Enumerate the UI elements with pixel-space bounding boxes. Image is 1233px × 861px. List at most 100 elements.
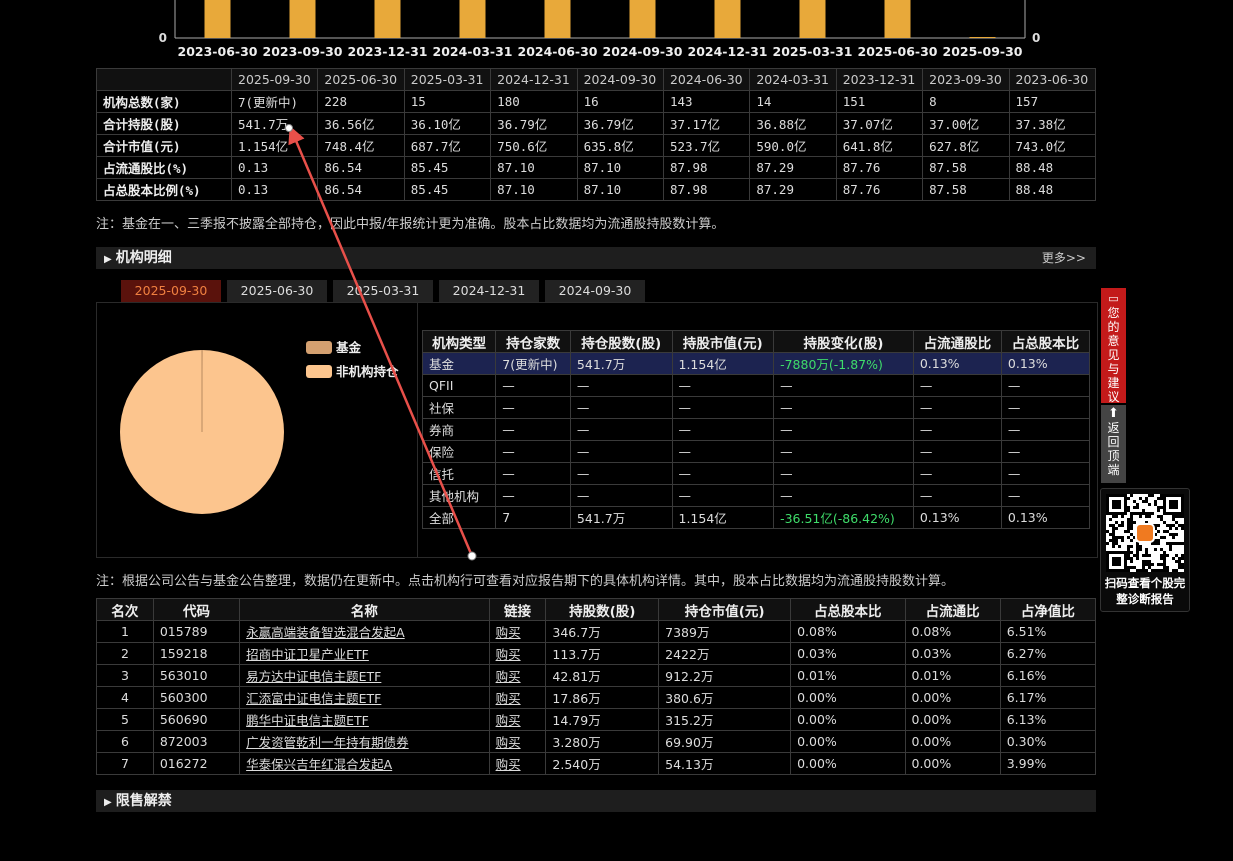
x-tick-label: 2024-12-31 — [688, 44, 768, 59]
qr-module — [1175, 569, 1178, 572]
qr-module — [1133, 506, 1136, 509]
summary-cell: 641.8亿 — [835, 134, 924, 157]
legend-label: 基金 — [336, 340, 362, 355]
institution-row[interactable]: 保险 — — — — — — — [421, 440, 1091, 463]
qr-module — [1160, 494, 1163, 497]
table-cell: 3.280万 — [545, 730, 660, 753]
qr-module — [1145, 554, 1148, 557]
legend-item[interactable]: 基金 — [306, 337, 361, 356]
summary-cell: 87.29 — [749, 156, 837, 179]
buy-link[interactable]: 购买 — [496, 757, 521, 772]
fund-name-link[interactable]: 永赢高端装备智选混合发起A — [246, 625, 405, 640]
period-header: 2024-09-30 — [576, 68, 664, 91]
summary-cell: 748.4亿 — [317, 134, 405, 157]
qr-code-box[interactable]: 扫码查看个股完整诊断报告 — [1100, 488, 1190, 612]
qr-module — [1169, 548, 1172, 551]
buy-link[interactable]: 购买 — [496, 735, 521, 750]
qr-module — [1142, 500, 1145, 503]
legend-item[interactable]: 非机构持仓 — [306, 361, 399, 380]
table-cell: — — [773, 418, 914, 441]
qr-module — [1124, 530, 1127, 533]
qr-module — [1157, 497, 1160, 500]
qr-module — [1130, 560, 1133, 563]
summary-cell: 86.54 — [317, 178, 405, 201]
qr-module — [1163, 560, 1166, 563]
qr-module — [1148, 494, 1151, 497]
buy-link[interactable]: 购买 — [496, 691, 521, 706]
table-cell: 0.00% — [790, 752, 906, 775]
fund-name-link[interactable]: 招商中证卫星产业ETF — [246, 647, 369, 662]
qr-module — [1154, 503, 1157, 506]
qr-module — [1172, 536, 1175, 539]
institution-row[interactable]: 基金 7(更新中) 541.7万 1.154亿 -7880万(-1.87%) 0.13% 0… — [421, 352, 1091, 375]
qr-module — [1136, 548, 1139, 551]
qr-module — [1142, 554, 1145, 557]
qr-module — [1139, 569, 1142, 572]
table-cell: — — [495, 484, 571, 507]
section-restricted-release[interactable]: ▶ 限售解禁 — [96, 790, 1096, 812]
table-cell: 0.03% — [790, 642, 906, 665]
buy-link[interactable]: 购买 — [496, 647, 521, 662]
tab-2024-12-31[interactable]: 2024-12-31 — [439, 280, 539, 302]
table-cell: — — [912, 418, 1002, 441]
table-cell: 0.08% — [790, 620, 906, 643]
tab-2025-06-30[interactable]: 2025-06-30 — [227, 280, 327, 302]
table-cell: 购买 — [488, 620, 547, 643]
qr-module — [1127, 548, 1130, 551]
qr-module — [1160, 554, 1163, 557]
qr-module — [1142, 563, 1145, 566]
period-header: 2025-09-30 — [230, 68, 319, 91]
institution-row[interactable]: QFII — — — — — — — [421, 374, 1091, 397]
qr-module — [1133, 500, 1136, 503]
feedback-button[interactable]: ▭ 您的意见与建议 — [1101, 288, 1126, 404]
fund-name-link[interactable]: 鹏华中证电信主题ETF — [246, 713, 369, 728]
tab-2024-09-30[interactable]: 2024-09-30 — [545, 280, 645, 302]
buy-link[interactable]: 购买 — [496, 669, 521, 684]
institution-row[interactable]: 社保 — — — — — — — [421, 396, 1091, 419]
fund-name-link[interactable]: 汇添富中证电信主题ETF — [246, 691, 381, 706]
qr-module — [1112, 515, 1115, 518]
institution-row[interactable]: 券商 — — — — — — — [421, 418, 1091, 441]
qr-module — [1112, 542, 1115, 545]
qr-module — [1136, 551, 1139, 554]
qr-module — [1172, 515, 1175, 518]
table-cell: 380.6万 — [658, 686, 792, 709]
summary-cell: 87.10 — [490, 156, 578, 179]
tab-2025-03-31[interactable]: 2025-03-31 — [333, 280, 433, 302]
table-cell: — — [912, 374, 1002, 397]
institution-type-table: 机构类型 持仓家数 持仓股数(股) 持股市值(元) 持股变化(股) 占流通股比 占总股本比 … — [421, 330, 1091, 529]
table-cell: 346.7万 — [545, 620, 660, 643]
table-cell: 信托 — [421, 462, 497, 485]
fund-name-link[interactable]: 易方达中证电信主题ETF — [246, 669, 381, 684]
qr-module — [1115, 539, 1118, 542]
qr-module — [1115, 521, 1118, 524]
qr-module — [1172, 518, 1175, 521]
qr-module — [1127, 518, 1130, 521]
qr-module — [1127, 551, 1130, 554]
qr-module — [1154, 548, 1157, 551]
more-link[interactable]: 更多>> — [1042, 247, 1086, 269]
fund-name-link[interactable]: 广发资管乾利一年持有期债券 — [246, 735, 409, 750]
institution-row[interactable]: 信托 — — — — — — — [421, 462, 1091, 485]
institution-row[interactable]: 其他机构 — — — — — — — [421, 484, 1091, 507]
period-header: 2024-03-31 — [749, 68, 837, 91]
table-cell: 1 — [96, 620, 154, 643]
qr-module — [1142, 560, 1145, 563]
summary-cell: 36.88亿 — [749, 112, 837, 135]
qr-module — [1148, 566, 1151, 569]
qr-module — [1172, 557, 1175, 560]
qr-module — [1148, 512, 1151, 515]
qr-module — [1154, 542, 1157, 545]
table-cell: 6.51% — [999, 620, 1097, 643]
fund-name-link[interactable]: 华泰保兴吉年红混合发起A — [246, 757, 392, 772]
x-tick-label: 2024-09-30 — [603, 44, 683, 59]
tab-2025-09-30[interactable]: 2025-09-30 — [121, 280, 221, 302]
institution-row[interactable]: 全部 7 541.7万 1.154亿 -36.51亿(-86.42%) 0.13% 0.13… — [421, 506, 1091, 529]
buy-link[interactable]: 购买 — [496, 713, 521, 728]
table-cell: — — [495, 396, 571, 419]
table-cell: 0.13% — [1000, 352, 1091, 375]
qr-module — [1163, 569, 1166, 572]
buy-link[interactable]: 购买 — [496, 625, 521, 640]
back-to-top-button[interactable]: ⬆ 返回顶端 — [1101, 405, 1126, 483]
qr-module — [1127, 527, 1130, 530]
